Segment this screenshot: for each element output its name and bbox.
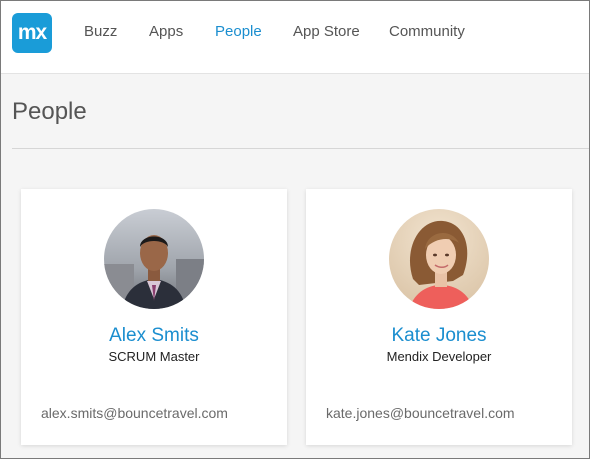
nav-item-community[interactable]: Community: [389, 23, 465, 40]
person-role: SCRUM Master: [108, 349, 200, 364]
nav-item-people[interactable]: People: [215, 23, 262, 40]
person-role: Mendix Developer: [386, 349, 492, 364]
nav-item-buzz[interactable]: Buzz: [84, 23, 117, 40]
app-window: mx Buzz Apps People App Store Community …: [0, 0, 590, 459]
avatar-photo-woman-icon: [389, 209, 489, 309]
person-name[interactable]: Alex Smits: [21, 325, 287, 347]
mendix-logo-icon[interactable]: mx: [12, 13, 52, 53]
avatar-photo-man-icon: [104, 209, 204, 309]
person-email: alex.smits@bouncetravel.com: [41, 405, 228, 421]
avatar[interactable]: [104, 209, 204, 309]
nav-item-app-store[interactable]: App Store: [293, 23, 360, 40]
person-card: Kate Jones Mendix Developer kate.jones@b…: [306, 189, 572, 445]
top-navigation-bar: mx Buzz Apps People App Store Community: [1, 1, 589, 74]
person-card: Alex Smits SCRUM Master alex.smits@bounc…: [21, 189, 287, 445]
page-title: People: [12, 98, 87, 125]
nav-item-apps[interactable]: Apps: [149, 23, 183, 40]
person-name[interactable]: Kate Jones: [306, 325, 572, 347]
person-email: kate.jones@bouncetravel.com: [326, 405, 515, 421]
title-divider: [12, 148, 589, 149]
avatar[interactable]: [389, 209, 489, 309]
